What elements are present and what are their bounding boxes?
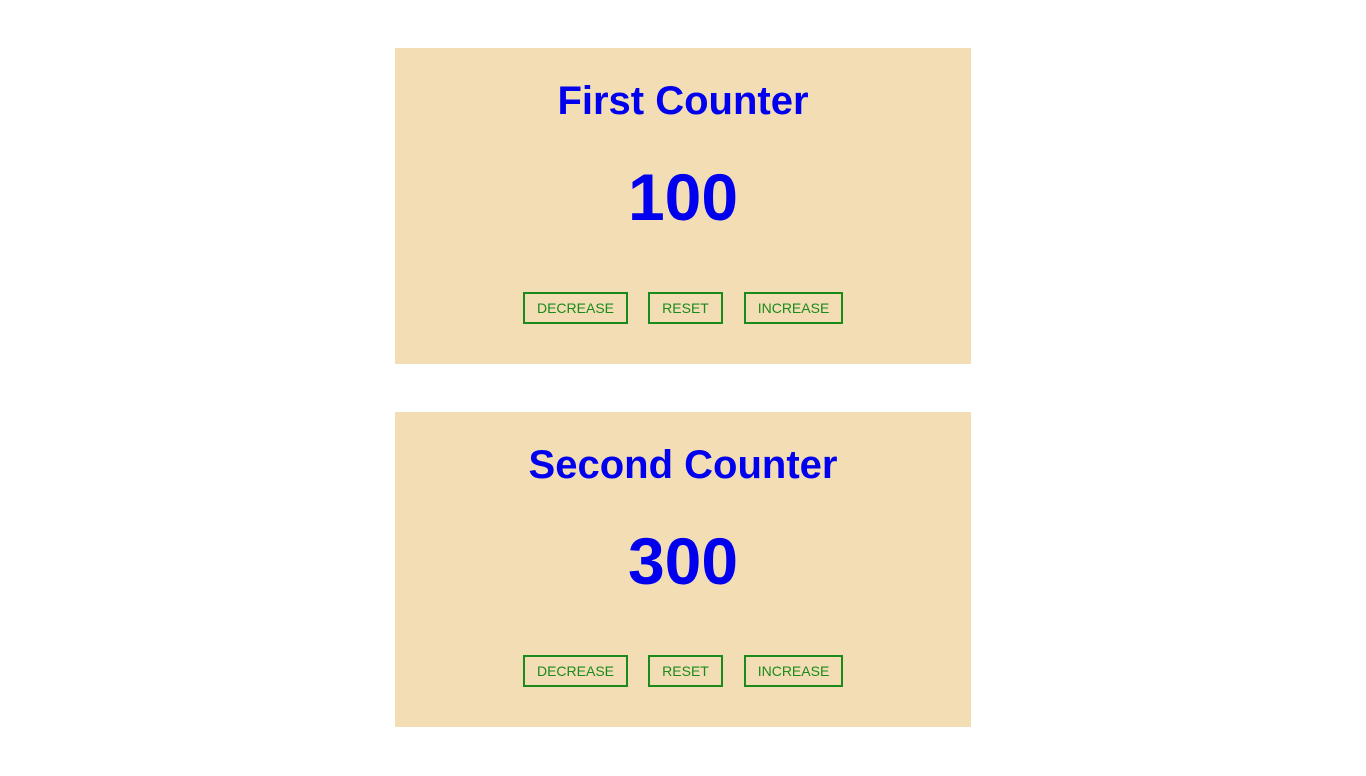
increase-button[interactable]: INCREASE bbox=[744, 655, 843, 687]
counter-value: 300 bbox=[627, 524, 739, 598]
second-counter-card: Second Counter 300 DECREASE RESET INCREA… bbox=[395, 412, 971, 727]
button-row: DECREASE RESET INCREASE bbox=[395, 655, 971, 687]
decrease-button[interactable]: DECREASE bbox=[523, 655, 628, 687]
reset-button[interactable]: RESET bbox=[648, 655, 723, 687]
counter-title: First Counter bbox=[557, 79, 809, 123]
decrease-button[interactable]: DECREASE bbox=[523, 292, 628, 324]
button-row: DECREASE RESET INCREASE bbox=[395, 292, 971, 324]
first-counter-card: First Counter 100 DECREASE RESET INCREAS… bbox=[395, 48, 971, 364]
counter-title: Second Counter bbox=[528, 443, 838, 487]
increase-button[interactable]: INCREASE bbox=[744, 292, 843, 324]
page: First Counter 100 DECREASE RESET INCREAS… bbox=[0, 0, 1366, 776]
reset-button[interactable]: RESET bbox=[648, 292, 723, 324]
counter-value: 100 bbox=[627, 160, 739, 234]
